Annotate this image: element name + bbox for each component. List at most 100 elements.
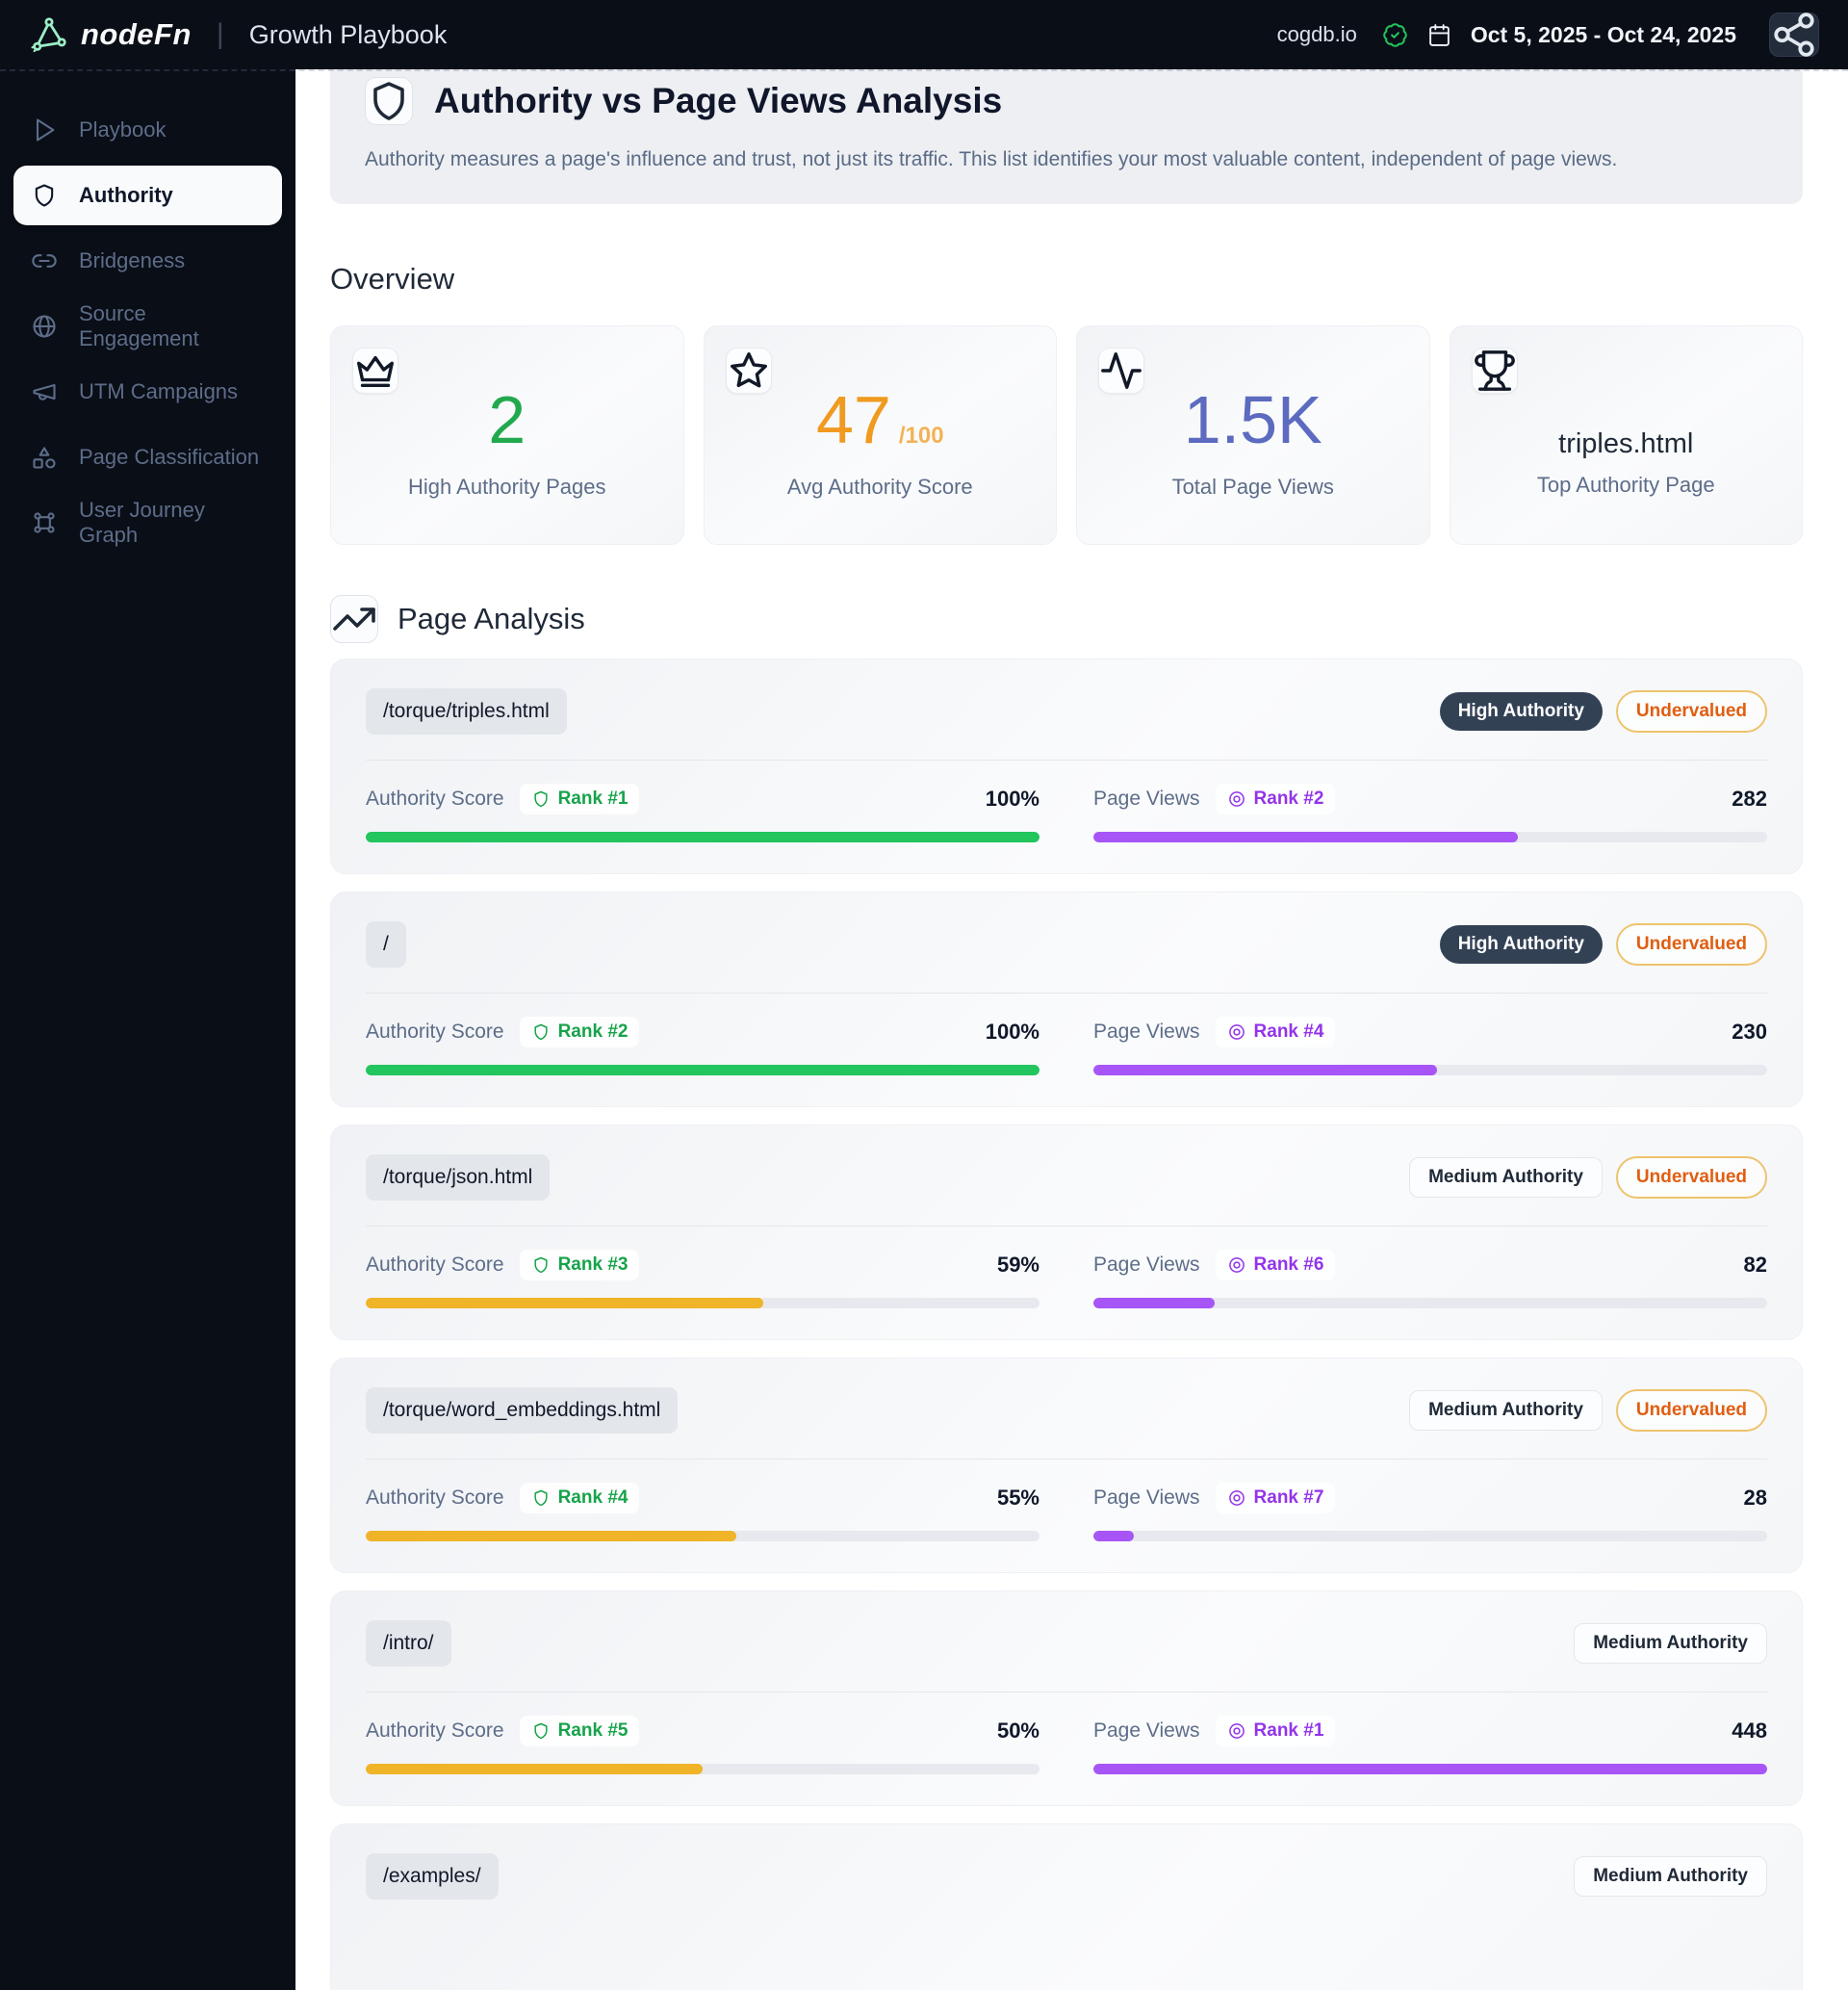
page-path[interactable]: /torque/json.html (366, 1154, 551, 1201)
app-title: Growth Playbook (248, 19, 448, 49)
globe-icon (31, 313, 58, 340)
authority-level-badge: Medium Authority (1574, 1856, 1767, 1897)
share-button[interactable] (1769, 13, 1819, 57)
share-icon (1770, 11, 1818, 59)
target-icon (1227, 1721, 1246, 1741)
activity-icon (1098, 348, 1144, 394)
authority-score-metric: Authority Score Rank #2 100% (366, 1017, 1040, 1075)
authority-rank-badge: Rank #1 (519, 784, 640, 814)
target-icon (1227, 1255, 1246, 1275)
page-views-label: Page Views (1093, 788, 1200, 810)
page-views-label: Page Views (1093, 1719, 1200, 1742)
authority-score-bar (366, 1065, 1040, 1075)
sidebar-item-label: User Journey Graph (79, 498, 205, 547)
overview-heading: Overview (330, 262, 455, 296)
shapes-icon (31, 444, 58, 471)
page-views-value: 230 (1732, 1020, 1767, 1044)
page-views-value: 82 (1743, 1253, 1767, 1277)
page-row: /examples/ Medium Authority (330, 1823, 1803, 1990)
authority-score-value: 55% (996, 1486, 1040, 1510)
authority-score-value: 100% (985, 787, 1040, 811)
page-path[interactable]: /intro/ (366, 1620, 451, 1667)
page-row: /torque/word_embeddings.html Medium Auth… (330, 1357, 1803, 1573)
shield-icon (531, 789, 551, 809)
shield-icon (531, 1255, 551, 1275)
authority-level-badge: High Authority (1439, 692, 1603, 731)
views-rank-badge: Rank #1 (1215, 1716, 1336, 1746)
overview-card: triples.html Top Authority Page (1449, 325, 1803, 545)
page-views-bar (1093, 1764, 1767, 1774)
authority-score-value: 50% (996, 1719, 1040, 1743)
sidebar-item-label: Page Classification (79, 445, 260, 469)
authority-score-bar (366, 1298, 1040, 1308)
page-views-bar (1093, 832, 1767, 842)
page-path[interactable]: /torque/word_embeddings.html (366, 1387, 679, 1434)
shield-icon (31, 182, 58, 209)
page-views-label: Page Views (1093, 1253, 1200, 1276)
authority-score-label: Authority Score (366, 1486, 504, 1509)
authority-score-metric: Authority Score Rank #3 59% (366, 1250, 1040, 1308)
authority-score-value: 59% (996, 1253, 1040, 1277)
sidebar-item-user-journey-graph[interactable]: User Journey Graph (13, 493, 282, 553)
row-divider (366, 1459, 1767, 1460)
page-views-metric: Page Views Rank #1 448 (1093, 1716, 1767, 1774)
nodefn-logo-icon (29, 14, 69, 55)
authority-score-metric: Authority Score Rank #4 55% (366, 1483, 1040, 1541)
megaphone-icon (31, 378, 58, 405)
sidebar: Playbook Authority Bridgeness Source Eng… (0, 69, 295, 1990)
authority-score-bar (366, 1764, 1040, 1774)
sidebar-item-utm-campaigns[interactable]: UTM Campaigns (13, 362, 282, 422)
page-views-label: Page Views (1093, 1021, 1200, 1043)
authority-level-badge: High Authority (1439, 925, 1603, 964)
sidebar-item-label: Bridgeness (79, 248, 186, 272)
overview-card: 47/100 Avg Authority Score (703, 325, 1057, 545)
shield-icon (531, 1488, 551, 1508)
date-range[interactable]: Oct 5, 2025 - Oct 24, 2025 (1471, 22, 1736, 48)
sidebar-item-bridgeness[interactable]: Bridgeness (13, 231, 282, 291)
page-views-label: Page Views (1093, 1486, 1200, 1509)
page-row: /torque/triples.html High Authority Unde… (330, 659, 1803, 874)
sidebar-item-page-classification[interactable]: Page Classification (13, 427, 282, 487)
undervalued-badge: Undervalued (1615, 923, 1767, 966)
authority-score-label: Authority Score (366, 1719, 504, 1742)
authority-rank-badge: Rank #3 (519, 1250, 640, 1280)
target-icon (1227, 789, 1246, 809)
crown-icon (352, 348, 398, 394)
page-views-value: 282 (1732, 787, 1767, 811)
row-badges: Medium Authority Undervalued (1409, 1156, 1767, 1199)
site-label: cogdb.io (1276, 22, 1357, 46)
authority-score-bar (366, 832, 1040, 842)
page-row: /intro/ Medium Authority Authority Score… (330, 1590, 1803, 1806)
sidebar-item-playbook[interactable]: Playbook (13, 100, 282, 160)
shield-icon (531, 1721, 551, 1741)
authority-rank-badge: Rank #5 (519, 1716, 640, 1746)
sidebar-item-label: UTM Campaigns (79, 379, 239, 403)
authority-score-label: Authority Score (366, 1021, 504, 1043)
sidebar-item-source-engagement[interactable]: Source Engagement (13, 297, 282, 356)
page-path[interactable]: / (366, 921, 406, 968)
authority-score-metric: Authority Score Rank #1 100% (366, 784, 1040, 842)
authority-score-label: Authority Score (366, 788, 504, 810)
undervalued-badge: Undervalued (1615, 690, 1767, 733)
calendar-icon (1427, 23, 1451, 47)
authority-level-badge: Medium Authority (1409, 1157, 1603, 1198)
sidebar-item-label: Authority (79, 183, 173, 207)
top-bar: nodeFn | Growth Playbook cogdb.io Oct 5,… (0, 0, 1848, 71)
page-views-value: 28 (1743, 1486, 1767, 1510)
play-icon (31, 116, 58, 143)
row-badges: High Authority Undervalued (1439, 690, 1767, 733)
page-views-bar (1093, 1298, 1767, 1308)
page-views-metric: Page Views Rank #6 82 (1093, 1250, 1767, 1308)
row-badges: Medium Authority (1574, 1623, 1767, 1664)
page-path[interactable]: /torque/triples.html (366, 688, 567, 735)
page-views-value: 448 (1732, 1719, 1767, 1743)
shield-icon (365, 77, 413, 125)
page-views-metric: Page Views Rank #2 282 (1093, 784, 1767, 842)
authority-rank-badge: Rank #2 (519, 1017, 640, 1047)
stat-value: 1.5K (1183, 382, 1322, 457)
sidebar-item-authority[interactable]: Authority (13, 166, 282, 225)
page-subtitle: Authority measures a page's influence an… (365, 148, 1618, 170)
page-analysis-list: /torque/triples.html High Authority Unde… (330, 659, 1803, 1990)
page-title: Authority vs Page Views Analysis (434, 81, 1003, 120)
page-path[interactable]: /examples/ (366, 1853, 499, 1900)
